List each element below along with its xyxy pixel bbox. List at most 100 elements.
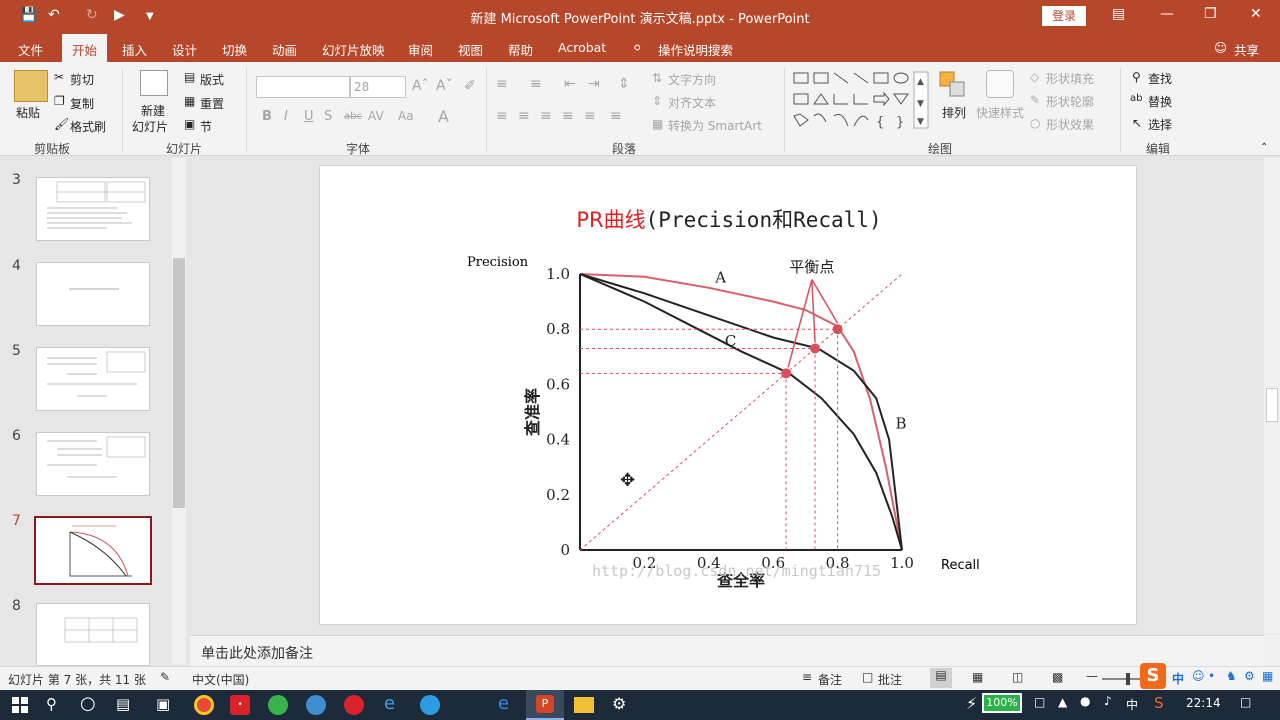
network-icon[interactable]: ▲ <box>1058 695 1067 709</box>
text-direction-button[interactable]: 文字方向 <box>668 71 716 88</box>
store-icon[interactable]: ▣ <box>156 695 170 713</box>
green-app-icon[interactable] <box>268 695 288 715</box>
clock[interactable]: 22:14 <box>1186 696 1221 710</box>
collapse-ribbon-icon[interactable]: ⌃ <box>1260 142 1268 153</box>
align-text-button[interactable]: 对齐文本 <box>668 94 716 111</box>
shape-fill-icon[interactable]: ◇ <box>1030 70 1039 84</box>
distributed-icon[interactable]: ≡ <box>584 108 596 124</box>
ime-taskbar-indicator[interactable]: 中 <box>1126 696 1138 713</box>
align-text-icon[interactable]: ⇕ <box>652 94 662 108</box>
tab-transitions[interactable]: 切换 <box>222 40 247 59</box>
copy-button[interactable]: 复制 <box>70 95 94 112</box>
chrome-icon[interactable] <box>194 695 214 715</box>
notes-scrollbar[interactable] <box>1264 635 1280 666</box>
tab-insert[interactable]: 插入 <box>122 40 147 59</box>
current-slide[interactable]: PR曲线(Precision和Recall) Precision Recall … <box>319 165 1137 625</box>
zoom-slider[interactable] <box>1102 673 1142 685</box>
emoji-icon[interactable]: ☺ <box>1192 669 1205 683</box>
slide-thumbnail-8[interactable] <box>36 603 150 666</box>
new-slide-label[interactable]: 新建 <box>141 102 165 119</box>
normal-view-icon[interactable]: ▤ <box>930 668 952 688</box>
notes-toggle-button[interactable]: 备注 <box>818 671 842 688</box>
spellcheck-icon[interactable]: ✎ <box>160 670 170 684</box>
shape-fill-button[interactable]: 形状填充 <box>1046 70 1094 87</box>
columns-icon[interactable]: ≡ <box>610 108 622 124</box>
zoom-slider-thumb[interactable] <box>1126 673 1130 685</box>
align-right-icon[interactable]: ≡ <box>540 108 552 124</box>
shape-outline-icon[interactable]: ✎ <box>1030 93 1040 107</box>
shrink-font-icon[interactable]: Aˇ <box>436 78 453 94</box>
slide-sorter-icon[interactable]: ▦ <box>972 670 983 684</box>
task-view-icon[interactable]: ▤ <box>116 695 130 713</box>
netease-music-icon[interactable] <box>344 695 364 715</box>
char-spacing-icon[interactable]: AV <box>368 109 384 123</box>
smartart-icon[interactable]: ▦ <box>652 117 663 131</box>
file-explorer-icon[interactable] <box>574 697 594 713</box>
text-direction-icon[interactable]: ⇅ <box>652 71 662 85</box>
comments-icon[interactable]: □ <box>862 670 873 684</box>
notification-icon[interactable]: □ <box>1034 695 1045 709</box>
select-icon[interactable]: ↖ <box>1132 116 1142 130</box>
format-painter-button[interactable]: 格式刷 <box>70 118 106 135</box>
tab-acrobat[interactable]: Acrobat <box>558 40 606 55</box>
slideshow-view-icon[interactable]: ▩ <box>1052 670 1063 684</box>
login-button[interactable]: 登录 <box>1042 6 1086 26</box>
slide-thumbnail-5[interactable] <box>36 347 150 411</box>
volume-icon[interactable]: ♪ <box>1104 694 1112 708</box>
line-spacing-icon[interactable]: ⇕ <box>618 76 630 92</box>
font-size-combo[interactable]: 28 <box>350 76 406 98</box>
tab-animations[interactable]: 动画 <box>272 40 297 59</box>
slide-thumbnail-7[interactable] <box>34 516 152 585</box>
quick-styles-icon[interactable] <box>986 70 1014 98</box>
canvas-scrollbar[interactable] <box>1264 158 1280 634</box>
tab-help[interactable]: 帮助 <box>508 40 533 59</box>
reset-button[interactable]: 重置 <box>200 95 224 112</box>
font-name-combo[interactable] <box>256 76 350 98</box>
tell-me-search[interactable]: 操作说明搜索 <box>658 40 733 59</box>
increase-indent-icon[interactable]: ⇥ <box>588 76 600 92</box>
ime-toolbox-icon[interactable]: ▦ <box>1262 669 1273 683</box>
align-left-icon[interactable]: ≡ <box>496 108 508 124</box>
thumbnail-scrollbar[interactable] <box>172 158 186 664</box>
notes-toggle-icon[interactable]: ≡ <box>802 670 812 684</box>
change-case-icon[interactable]: Aa <box>398 109 414 123</box>
replace-button[interactable]: 替换 <box>1148 93 1172 110</box>
sogou-taskbar-icon[interactable]: S <box>1154 694 1164 712</box>
thumbnail-scroll-thumb[interactable] <box>173 258 185 508</box>
layout-icon[interactable]: ▤ <box>184 70 195 84</box>
wifi-icon[interactable]: ● <box>1080 694 1090 708</box>
shape-outline-button[interactable]: 形状轮廓 <box>1046 93 1094 110</box>
slide-thumbnail-4[interactable] <box>36 262 150 326</box>
settings-gear-icon[interactable]: ⚙ <box>612 694 626 713</box>
replace-icon[interactable]: ab <box>1130 93 1142 104</box>
new-slide-button[interactable]: 幻灯片 <box>132 118 168 135</box>
minimize-icon[interactable]: — <box>1160 6 1174 22</box>
skin-icon[interactable]: ♞ <box>1226 669 1237 683</box>
decrease-indent-icon[interactable]: ⇤ <box>564 76 576 92</box>
slide-thumbnail-6[interactable] <box>36 432 150 496</box>
shadow-icon[interactable]: S <box>324 109 332 124</box>
punctuation-icon[interactable]: • <box>1208 669 1215 683</box>
ime-settings-icon[interactable]: ⚙ <box>1244 669 1255 683</box>
blue-app-icon[interactable] <box>306 695 326 715</box>
layout-button[interactable]: 版式 <box>200 71 224 88</box>
tab-home[interactable]: 开始 <box>62 34 108 62</box>
notes-placeholder[interactable]: 单击此处添加备注 <box>201 643 313 663</box>
restore-icon[interactable]: ❐ <box>1204 6 1217 22</box>
notes-pane[interactable]: 单击此处添加备注 <box>190 635 1265 666</box>
find-button[interactable]: 查找 <box>1148 70 1172 87</box>
bullets-icon[interactable]: ≡ <box>496 76 508 92</box>
arrange-button[interactable]: 排列 <box>942 104 966 121</box>
shape-effects-button[interactable]: 形状效果 <box>1046 116 1094 133</box>
l-app-icon[interactable] <box>420 695 440 715</box>
power-plug-icon[interactable]: ⚡ <box>966 694 977 713</box>
powerpoint-taskbar-button[interactable]: P <box>526 690 564 720</box>
slide-title[interactable]: PR曲线(Precision和Recall) <box>320 204 1138 234</box>
cut-icon[interactable]: ✂ <box>54 70 64 84</box>
battery-indicator[interactable]: 100% <box>982 693 1022 713</box>
shapes-gallery[interactable]: { } ▲ ▼ ▼ <box>792 70 930 130</box>
paste-button[interactable]: 粘贴 <box>16 104 40 121</box>
slide-thumbnail-3[interactable] <box>36 177 150 241</box>
strikethrough-icon[interactable]: abc <box>344 111 362 122</box>
reading-view-icon[interactable]: ◫ <box>1012 670 1023 684</box>
